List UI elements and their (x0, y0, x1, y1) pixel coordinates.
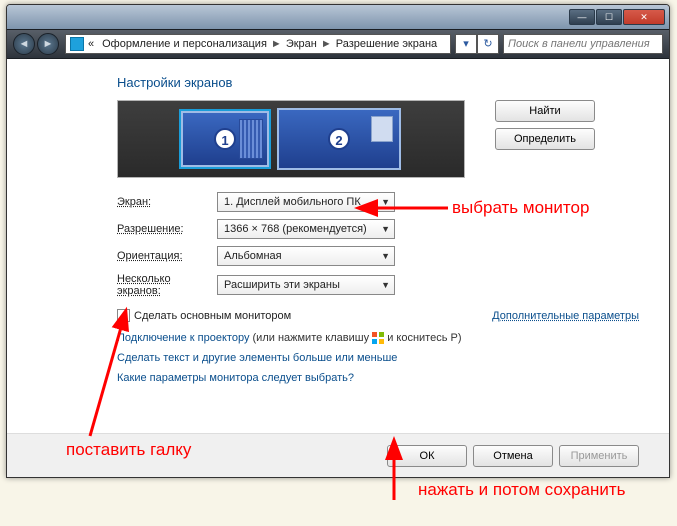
multi-value: Расширить эти экраны (224, 279, 340, 291)
screen-dropdown[interactable]: 1. Дисплей мобильного ПК ▼ (217, 192, 395, 212)
search-input[interactable] (503, 34, 663, 54)
nav-toolbar: ◄ ► « Оформление и персонализация ► Экра… (7, 29, 669, 59)
multi-label: Несколько экранов: (117, 273, 217, 297)
orientation-value: Альбомная (224, 250, 282, 262)
address-dropdown-button[interactable]: ▾ (455, 34, 477, 54)
minimize-button[interactable]: — (569, 9, 595, 25)
connect-projector-link[interactable]: Подключение к проектору (117, 332, 249, 344)
monitor-badge: 1 (214, 128, 236, 150)
control-panel-window: — ☐ ✕ ◄ ► « Оформление и персонализация … (6, 4, 670, 478)
resolution-dropdown[interactable]: 1366 × 768 (рекомендуется) ▼ (217, 219, 395, 239)
nav-back-button[interactable]: ◄ (13, 33, 35, 55)
annotation-press-save: нажать и потом сохранить (418, 480, 626, 500)
multi-display-dropdown[interactable]: Расширить эти экраны ▼ (217, 275, 395, 295)
window-titlebar: — ☐ ✕ (7, 5, 669, 29)
projector-hint-text: (или нажмите клавишу (253, 332, 370, 344)
make-primary-checkbox[interactable] (117, 309, 130, 322)
monitor-1[interactable]: 1 (181, 111, 269, 167)
chevron-down-icon: ▼ (381, 251, 390, 261)
links-block: Подключение к проектору (или нажмите кла… (117, 328, 639, 388)
advanced-settings-link[interactable]: Дополнительные параметры (492, 310, 639, 322)
cancel-button[interactable]: Отмена (473, 445, 553, 467)
monitor-decoration (239, 119, 263, 159)
resolution-value: 1366 × 768 (рекомендуется) (224, 223, 367, 235)
content-area: Настройки экранов 1 2 Найти Определить Э… (7, 61, 669, 477)
orientation-label: Ориентация: (117, 250, 217, 262)
nav-forward-button[interactable]: ► (37, 33, 59, 55)
monitor-2[interactable]: 2 (277, 108, 401, 170)
page-title: Настройки экранов (117, 75, 639, 90)
screen-value: 1. Дисплей мобильного ПК (224, 196, 361, 208)
text-size-link[interactable]: Сделать текст и другие элементы больше и… (117, 352, 397, 364)
refresh-button[interactable]: ↻ (477, 34, 499, 54)
dialog-footer: ОК Отмена Применить (7, 433, 669, 477)
screen-label: Экран: (117, 196, 217, 208)
breadcrumb-sep: ► (321, 38, 332, 50)
breadcrumb-sep: ► (271, 38, 282, 50)
chevron-down-icon: ▼ (381, 224, 390, 234)
projector-hint-text2: и коснитесь P) (387, 332, 461, 344)
monitor-decoration (371, 116, 393, 142)
which-settings-link[interactable]: Какие параметры монитора следует выбрать… (117, 372, 354, 384)
windows-key-icon (372, 332, 384, 344)
find-button[interactable]: Найти (495, 100, 595, 122)
breadcrumb-item-display[interactable]: Экран (286, 38, 317, 50)
breadcrumb-root[interactable]: « (88, 38, 94, 50)
address-bar[interactable]: « Оформление и персонализация ► Экран ► … (65, 34, 451, 54)
chevron-down-icon: ▼ (381, 280, 390, 290)
monitor-preview-area[interactable]: 1 2 (117, 100, 465, 178)
maximize-button[interactable]: ☐ (596, 9, 622, 25)
monitor-badge: 2 (328, 128, 350, 150)
chevron-down-icon: ▼ (381, 197, 390, 207)
resolution-label: Разрешение: (117, 223, 217, 235)
close-button[interactable]: ✕ (623, 9, 665, 25)
apply-button[interactable]: Применить (559, 445, 639, 467)
control-panel-icon (70, 37, 84, 51)
make-primary-label: Сделать основным монитором (134, 310, 291, 322)
breadcrumb-item-appearance[interactable]: Оформление и персонализация (102, 38, 267, 50)
breadcrumb-item-resolution[interactable]: Разрешение экрана (336, 38, 437, 50)
detect-button[interactable]: Определить (495, 128, 595, 150)
orientation-dropdown[interactable]: Альбомная ▼ (217, 246, 395, 266)
ok-button[interactable]: ОК (387, 445, 467, 467)
